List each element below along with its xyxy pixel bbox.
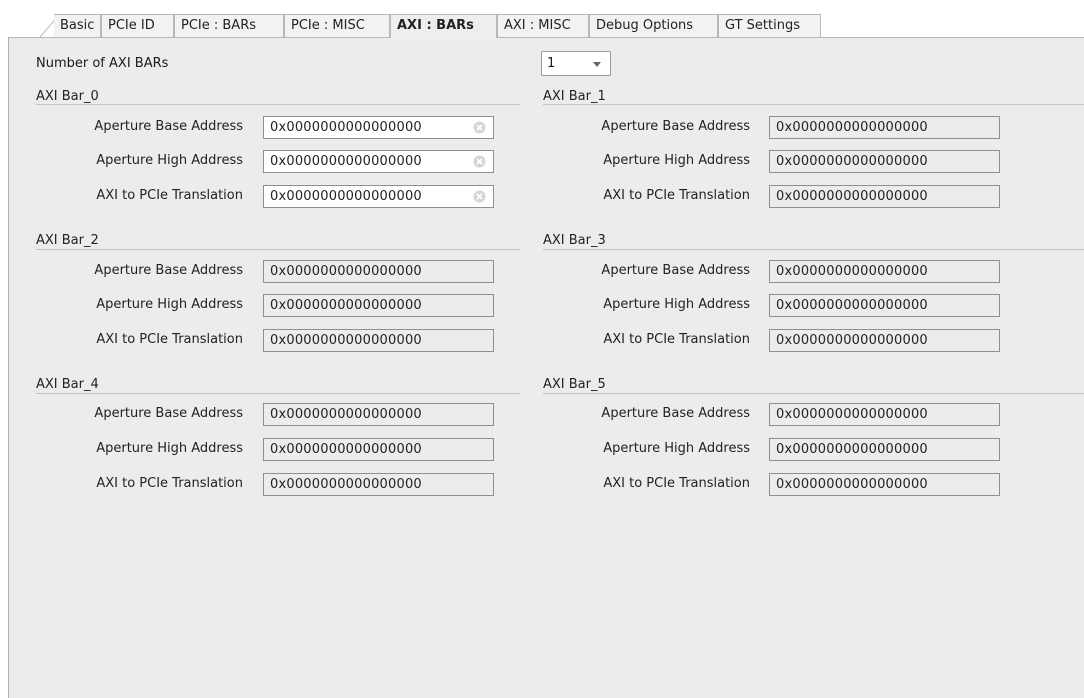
axi-bar-3-translation-value: 0x0000000000000000	[776, 333, 928, 348]
tab-strip: Basic PCIe ID PCIe : BARs PCIe : MISC AX…	[0, 0, 1084, 38]
axi-bar-5-high-value: 0x0000000000000000	[776, 442, 928, 457]
axi-bar-0-title: AXI Bar_0	[36, 89, 99, 104]
axi-bar-2-translation-label: AXI to PCIe Translation	[96, 332, 243, 347]
axi-bar-2-high-label: Aperture High Address	[96, 297, 243, 312]
axi-bar-0-divider	[36, 104, 520, 105]
axi-bar-5-base-label: Aperture Base Address	[601, 406, 750, 421]
number-of-axi-bars-label: Number of AXI BARs	[36, 56, 169, 71]
axi-bar-4-high-input[interactable]: 0x0000000000000000	[263, 438, 494, 461]
axi-bar-1-base-label: Aperture Base Address	[601, 119, 750, 134]
axi-bar-2-high-value: 0x0000000000000000	[270, 298, 422, 313]
axi-bar-2-translation-value: 0x0000000000000000	[270, 333, 422, 348]
axi-bar-3-high-input[interactable]: 0x0000000000000000	[769, 294, 1000, 317]
axi-bar-1-base-input[interactable]: 0x0000000000000000	[769, 116, 1000, 139]
axi-bar-1-base-value: 0x0000000000000000	[776, 120, 928, 135]
axi-bar-5-translation-input[interactable]: 0x0000000000000000	[769, 473, 1000, 496]
tab-pcie-misc[interactable]: PCIe : MISC	[284, 14, 390, 37]
axi-bar-5-title: AXI Bar_5	[543, 377, 606, 392]
chevron-down-icon	[593, 62, 601, 67]
axi-bar-2-divider	[36, 249, 520, 250]
axi-bar-3-high-value: 0x0000000000000000	[776, 298, 928, 313]
number-of-axi-bars-value: 1	[547, 56, 556, 71]
axi-bar-3-divider	[543, 249, 1084, 250]
tab-basic[interactable]: Basic	[54, 14, 101, 37]
axi-bar-1-translation-value: 0x0000000000000000	[776, 189, 928, 204]
axi-bar-3-translation-input[interactable]: 0x0000000000000000	[769, 329, 1000, 352]
axi-bar-4-divider	[36, 393, 520, 394]
axi-bar-0-high-label: Aperture High Address	[96, 153, 243, 168]
axi-bar-4-title: AXI Bar_4	[36, 377, 99, 392]
axi-bar-3-translation-label: AXI to PCIe Translation	[603, 332, 750, 347]
number-of-axi-bars-select[interactable]: 1	[541, 51, 611, 76]
axi-bar-5-high-label: Aperture High Address	[603, 441, 750, 456]
axi-bar-3-high-label: Aperture High Address	[603, 297, 750, 312]
tab-axi-misc[interactable]: AXI : MISC	[497, 14, 589, 37]
axi-bar-0-translation-label: AXI to PCIe Translation	[96, 188, 243, 203]
axi-bar-4-translation-label: AXI to PCIe Translation	[96, 476, 243, 491]
axi-bar-2-base-label: Aperture Base Address	[94, 263, 243, 278]
axi-bar-5-translation-value: 0x0000000000000000	[776, 477, 928, 492]
axi-bar-4-base-value: 0x0000000000000000	[270, 407, 422, 422]
axi-bar-0-high-value: 0x0000000000000000	[270, 154, 422, 169]
axi-bar-3-base-input[interactable]: 0x0000000000000000	[769, 260, 1000, 283]
axi-bar-3-base-label: Aperture Base Address	[601, 263, 750, 278]
axi-bar-5-divider	[543, 393, 1084, 394]
axi-bar-0-translation-input[interactable]: 0x0000000000000000	[263, 185, 494, 208]
axi-bar-1-translation-input[interactable]: 0x0000000000000000	[769, 185, 1000, 208]
axi-bar-2-high-input[interactable]: 0x0000000000000000	[263, 294, 494, 317]
axi-bar-2-base-value: 0x0000000000000000	[270, 264, 422, 279]
axi-bar-4-base-label: Aperture Base Address	[94, 406, 243, 421]
axi-bar-1-translation-label: AXI to PCIe Translation	[603, 188, 750, 203]
axi-bar-1-title: AXI Bar_1	[543, 89, 606, 104]
axi-bar-3-title: AXI Bar_3	[543, 233, 606, 248]
axi-bar-1-high-input[interactable]: 0x0000000000000000	[769, 150, 1000, 173]
axi-bar-2-base-input[interactable]: 0x0000000000000000	[263, 260, 494, 283]
clear-icon[interactable]	[473, 121, 486, 134]
axi-bar-4-base-input[interactable]: 0x0000000000000000	[263, 403, 494, 426]
clear-icon[interactable]	[473, 190, 486, 203]
axi-bar-5-high-input[interactable]: 0x0000000000000000	[769, 438, 1000, 461]
tab-gt-settings[interactable]: GT Settings	[718, 14, 821, 37]
axi-bar-4-translation-value: 0x0000000000000000	[270, 477, 422, 492]
tab-axi-bars[interactable]: AXI : BARs	[390, 14, 497, 38]
axi-bar-0-base-input[interactable]: 0x0000000000000000	[263, 116, 494, 139]
axi-bar-3-base-value: 0x0000000000000000	[776, 264, 928, 279]
axi-bar-5-translation-label: AXI to PCIe Translation	[603, 476, 750, 491]
axi-bar-2-title: AXI Bar_2	[36, 233, 99, 248]
axi-bar-1-high-value: 0x0000000000000000	[776, 154, 928, 169]
axi-bar-5-base-input[interactable]: 0x0000000000000000	[769, 403, 1000, 426]
axi-bar-0-high-input[interactable]: 0x0000000000000000	[263, 150, 494, 173]
axi-bar-4-high-value: 0x0000000000000000	[270, 442, 422, 457]
tab-pcie-id[interactable]: PCIe ID	[101, 14, 174, 37]
axi-bar-0-base-value: 0x0000000000000000	[270, 120, 422, 135]
tab-pcie-bars[interactable]: PCIe : BARs	[174, 14, 284, 37]
axi-bar-5-base-value: 0x0000000000000000	[776, 407, 928, 422]
tab-debug-options[interactable]: Debug Options	[589, 14, 718, 37]
axi-bar-2-translation-input[interactable]: 0x0000000000000000	[263, 329, 494, 352]
clear-icon[interactable]	[473, 155, 486, 168]
axi-bar-4-translation-input[interactable]: 0x0000000000000000	[263, 473, 494, 496]
axi-bar-1-high-label: Aperture High Address	[603, 153, 750, 168]
axi-bar-1-divider	[543, 104, 1084, 105]
axi-bar-0-base-label: Aperture Base Address	[94, 119, 243, 134]
axi-bar-0-translation-value: 0x0000000000000000	[270, 189, 422, 204]
axi-bar-4-high-label: Aperture High Address	[96, 441, 243, 456]
